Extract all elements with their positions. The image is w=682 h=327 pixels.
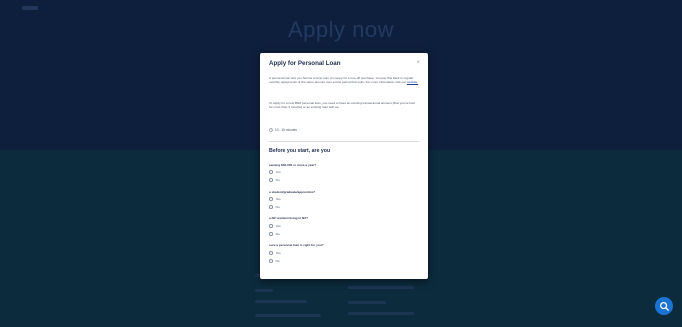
radio-suitability-yes[interactable]: Yes bbox=[269, 251, 281, 255]
radio-resident-yes[interactable]: Yes bbox=[269, 224, 281, 228]
radio-income-yes[interactable]: Yes bbox=[269, 170, 281, 174]
radio-button[interactable] bbox=[269, 197, 273, 201]
background-text-line bbox=[255, 300, 307, 303]
radio-button[interactable] bbox=[269, 259, 273, 263]
background-text-line bbox=[348, 286, 414, 289]
radio-income-no[interactable]: No bbox=[269, 178, 280, 182]
option-label: No bbox=[275, 205, 280, 209]
option-label: No bbox=[275, 178, 280, 182]
modal-title: Apply for Personal Loan bbox=[269, 60, 341, 67]
radio-button[interactable] bbox=[269, 224, 273, 228]
background-text-line bbox=[348, 301, 386, 304]
time-estimate: 10 - 15 minutes bbox=[269, 128, 297, 132]
radio-button[interactable] bbox=[269, 178, 273, 182]
logo bbox=[22, 6, 38, 10]
question-suitability: sure a personal loan is right for you? bbox=[269, 243, 324, 247]
radio-suitability-no[interactable]: No bbox=[269, 259, 280, 263]
background-text-line bbox=[255, 289, 273, 292]
time-estimate-text: 10 - 15 minutes bbox=[275, 128, 297, 132]
website-link[interactable]: website. bbox=[407, 80, 418, 84]
option-label: Yes bbox=[275, 251, 281, 255]
radio-resident-no[interactable]: No bbox=[269, 232, 280, 236]
close-button[interactable]: × bbox=[416, 60, 420, 66]
help-button[interactable] bbox=[655, 297, 673, 315]
radio-student-yes[interactable]: Yes bbox=[269, 197, 281, 201]
search-help-icon bbox=[659, 301, 669, 311]
option-label: Yes bbox=[275, 224, 281, 228]
background-text-line bbox=[348, 312, 414, 315]
option-label: No bbox=[275, 232, 280, 236]
close-icon: × bbox=[416, 60, 420, 66]
section-title: Before you start, are you bbox=[269, 148, 331, 154]
radio-button[interactable] bbox=[269, 205, 273, 209]
background-text-line bbox=[255, 314, 321, 317]
intro-paragraph: A personal loan lets you borrow a lump s… bbox=[269, 76, 419, 85]
radio-button[interactable] bbox=[269, 251, 273, 255]
option-label: No bbox=[275, 259, 280, 263]
apply-loan-modal: Apply for Personal Loan × A personal loa… bbox=[260, 53, 428, 279]
clock-icon bbox=[269, 128, 273, 132]
page-title: Apply now bbox=[287, 17, 394, 42]
question-resident: a NZ resident living in NZ? bbox=[269, 216, 309, 220]
radio-student-no[interactable]: No bbox=[269, 205, 280, 209]
question-student: a student/graduate/apprentice? bbox=[269, 190, 316, 194]
question-income: earning $30,000 or more a year? bbox=[269, 163, 317, 167]
eligibility-paragraph: To apply for a new BNZ personal loan, yo… bbox=[269, 101, 415, 110]
option-label: Yes bbox=[275, 197, 281, 201]
divider bbox=[269, 141, 419, 142]
radio-button[interactable] bbox=[269, 232, 273, 236]
intro-text: A personal loan lets you borrow a lump s… bbox=[269, 76, 414, 85]
option-label: Yes bbox=[275, 170, 281, 174]
radio-button[interactable] bbox=[269, 170, 273, 174]
